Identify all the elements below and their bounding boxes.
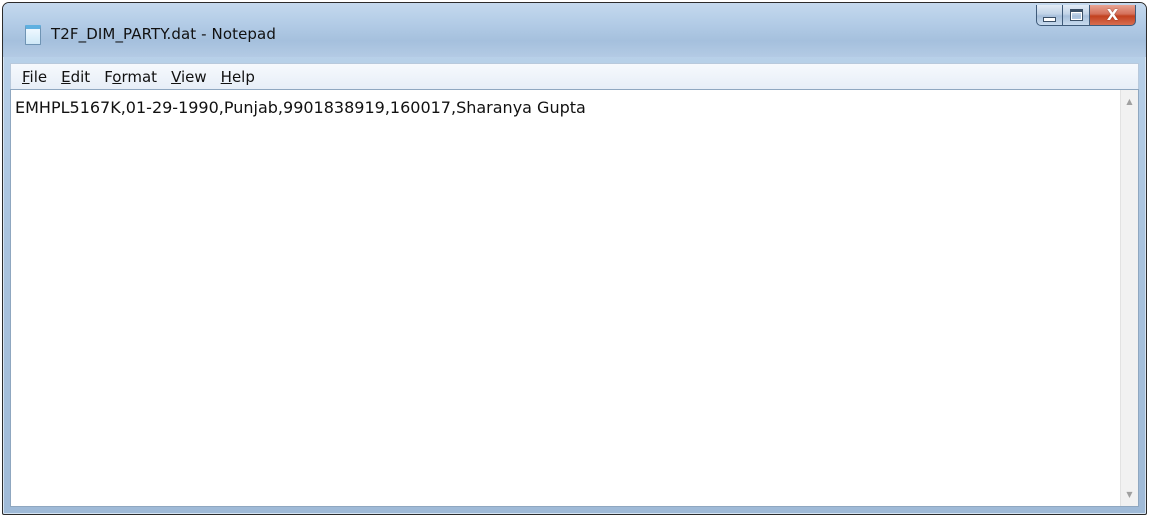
menu-help-accel: H	[220, 67, 232, 86]
vertical-scrollbar[interactable]: ▲ ▼	[1120, 90, 1138, 506]
menu-bar: File Edit Format View Help	[10, 63, 1139, 89]
menu-file[interactable]: File	[15, 68, 54, 86]
scroll-down-icon[interactable]: ▼	[1121, 486, 1138, 503]
menu-format[interactable]: Format	[97, 68, 164, 86]
notepad-icon[interactable]	[25, 25, 41, 45]
text-editor[interactable]: EMHPL5167K,01-29-1990,Punjab,9901838919,…	[10, 89, 1139, 507]
close-icon: X	[1106, 5, 1119, 24]
caption-buttons: X	[1036, 5, 1136, 27]
maximize-icon	[1069, 9, 1083, 21]
close-button[interactable]: X	[1090, 5, 1136, 26]
menu-view-label: iew	[181, 67, 207, 86]
menu-help[interactable]: Help	[214, 68, 262, 86]
notepad-window: T2F_DIM_PARTY.dat - Notepad X File Edit …	[2, 2, 1147, 515]
window-title: T2F_DIM_PARTY.dat - Notepad	[51, 25, 276, 43]
scroll-up-icon[interactable]: ▲	[1121, 93, 1138, 110]
title-bar[interactable]: T2F_DIM_PARTY.dat - Notepad X	[3, 3, 1146, 57]
menu-file-accel: F	[22, 67, 30, 86]
menu-file-label: ile	[29, 67, 48, 86]
menu-edit-accel: E	[61, 67, 71, 86]
menu-edit[interactable]: Edit	[54, 68, 97, 86]
minimize-icon	[1043, 16, 1056, 22]
menu-view-accel: V	[171, 67, 181, 86]
editor-content[interactable]: EMHPL5167K,01-29-1990,Punjab,9901838919,…	[11, 90, 1120, 506]
menu-format-label: rmat	[121, 67, 158, 86]
minimize-button[interactable]	[1036, 5, 1063, 26]
maximize-button[interactable]	[1063, 5, 1090, 26]
menu-edit-label: dit	[70, 67, 91, 86]
menu-view[interactable]: View	[164, 68, 214, 86]
menu-help-label: elp	[231, 67, 255, 86]
